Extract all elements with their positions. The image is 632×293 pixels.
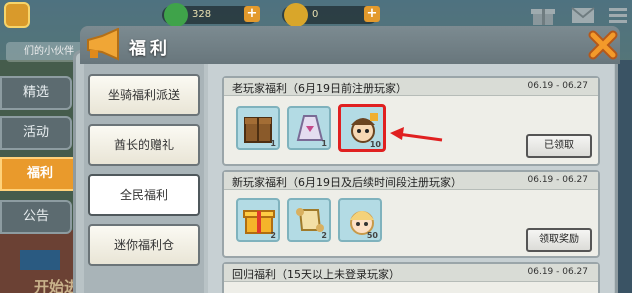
home-icon[interactable] [4,2,30,28]
tab-events[interactable]: 活动 [0,116,72,150]
add-coins-button[interactable]: + [364,6,380,22]
item-count: 2 [321,231,327,240]
tab-welfare[interactable]: 福利 [0,157,80,191]
close-icon[interactable] [588,30,618,60]
menu-mini-warehouse[interactable]: 迷你福利仓 [88,224,200,266]
blonde-character-icon[interactable]: 50 [338,198,382,242]
mail-icon[interactable] [570,4,596,26]
menu-chief-gift[interactable]: 酋长的赠礼 [88,124,200,166]
green-gem-icon [164,3,188,27]
gold-coin-icon [284,3,308,27]
dialog-title: 福利 [129,39,171,59]
gem-counter: 328 + [162,3,260,27]
gift-box-icon[interactable]: 2 [236,198,280,242]
red-arrow-annotation [390,127,443,142]
item-count: 1 [321,139,327,148]
card-title: 老玩家福利（6月19日前注册玩家） [232,82,407,95]
item-count: 1 [270,139,276,148]
coin-counter: 0 + [282,3,380,27]
megaphone-icon [87,28,119,61]
menu-universal-welfare[interactable]: 全民福利 [88,174,200,216]
coin-value: 0 [312,9,319,20]
card-date: 06.19 - 06.27 [527,267,589,277]
card-title: 新玩家福利（6月19日及后续时间段注册玩家） [232,176,462,189]
wooden-crate-icon[interactable]: 1 [236,106,280,150]
gift-icon[interactable] [530,4,556,26]
card-date: 06.19 - 06.27 [527,175,589,185]
claimed-button[interactable]: 已领取 [526,134,592,158]
claim-reward-button[interactable]: 领取奖励 [526,228,592,252]
tab-announcements[interactable]: 公告 [0,200,72,234]
menu-icon[interactable] [606,4,632,26]
tab-featured[interactable]: 精选 [0,76,72,110]
menu-mount-welfare[interactable]: 坐骑福利派送 [88,74,200,116]
avatar-character-icon[interactable]: 10 [338,104,386,152]
card-date: 06.19 - 06.27 [527,81,589,91]
item-count: 2 [270,231,276,240]
item-count: 10 [369,140,381,149]
add-gems-button[interactable]: + [244,6,260,22]
dress-icon[interactable]: 1 [287,106,331,150]
gem-value: 328 [192,9,212,20]
item-count: 50 [366,231,378,240]
card-title: 回归福利（15天以上未登录玩家） [232,268,400,281]
scroll-icon[interactable]: 2 [287,198,331,242]
reward-card-returning: 回归福利（15天以上未登录玩家） 06.19 - 06.27 [222,262,600,293]
